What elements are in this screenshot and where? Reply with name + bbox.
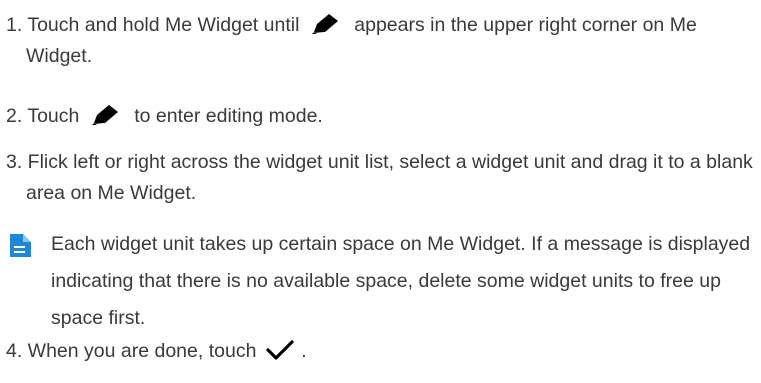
note-document-icon <box>10 234 31 257</box>
step-2-text-start: 2. Touch <box>6 105 80 127</box>
step-3: 3. Flick left or right across the widget… <box>6 147 758 209</box>
note-text: Each widget unit takes up certain space … <box>51 233 751 329</box>
pencil-icon <box>311 13 338 34</box>
checkmark-icon <box>266 340 294 360</box>
step-2: 2. Touch to enter editing mode. <box>6 101 758 132</box>
step-1-text-start: 1. Touch and hold Me Widget until <box>6 14 300 36</box>
step-3-text: 3. Flick left or right across the widget… <box>6 151 753 204</box>
step-1: 1. Touch and hold Me Widget until appear… <box>6 10 758 72</box>
step-2-text-end: to enter editing mode. <box>134 105 323 127</box>
step-4-text-end: . <box>301 340 307 362</box>
pencil-icon <box>91 104 118 125</box>
step-4: 4. When you are done, touch . <box>6 336 758 367</box>
step-4-text-start: 4. When you are done, touch <box>6 340 257 362</box>
